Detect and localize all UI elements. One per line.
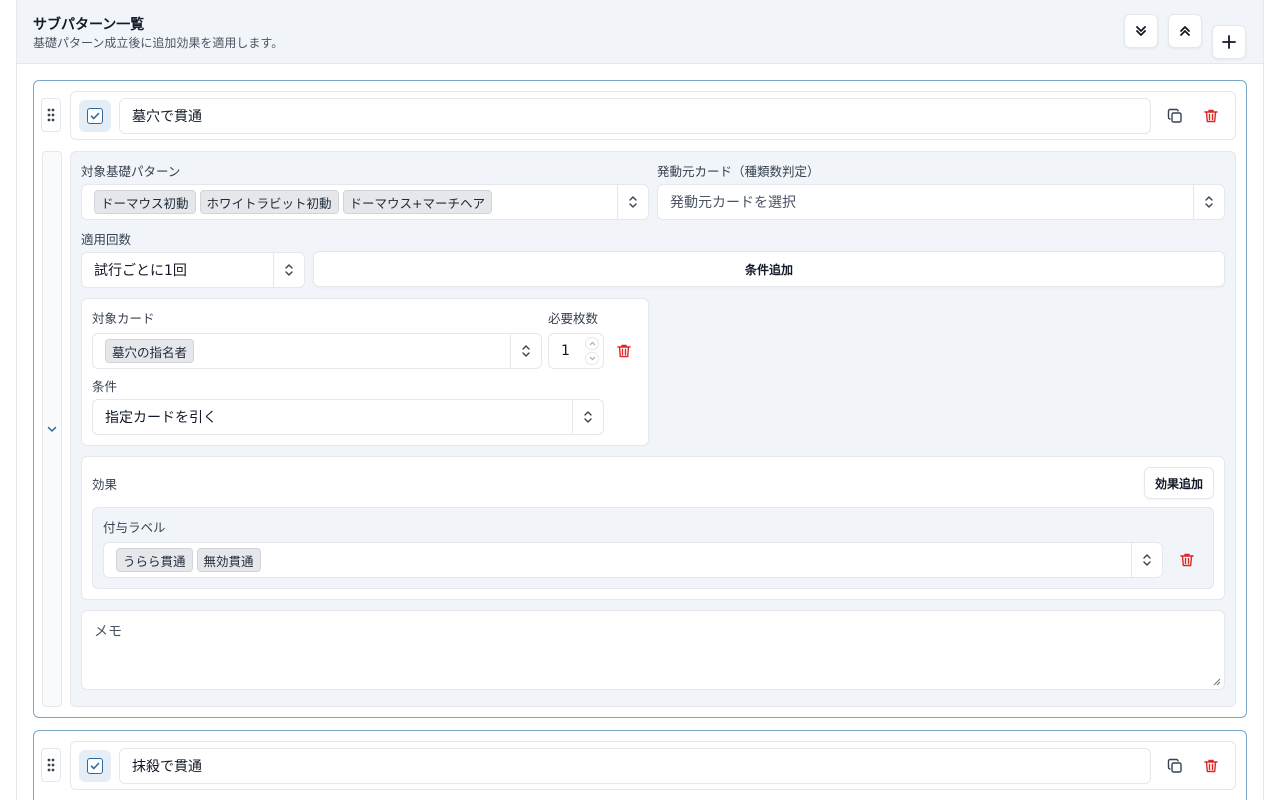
required-count-value: 1	[561, 343, 570, 359]
grant-label-tag: 無効貫通	[196, 548, 261, 572]
base-pattern-tag: ホワイトラビット初動	[199, 190, 339, 214]
grip-vertical-icon	[47, 108, 55, 122]
expand-all-button[interactable]	[1168, 14, 1202, 48]
collapse-all-button[interactable]	[1124, 14, 1158, 48]
duplicate-button[interactable]	[1163, 104, 1187, 128]
grant-label-tag: うらら貫通	[116, 548, 193, 572]
enabled-checkbox[interactable]	[79, 100, 111, 132]
add-subpattern-button[interactable]	[1212, 25, 1246, 59]
panel-subtitle: 基礎パターン成立後に追加効果を適用します。	[33, 36, 284, 50]
grip-vertical-icon	[47, 758, 55, 772]
delete-effect-button[interactable]	[1175, 548, 1199, 572]
memo-textarea[interactable]: メモ	[81, 610, 1225, 690]
trigger-card-label: 発動元カード（種類数判定）	[657, 164, 820, 179]
chevron-down-icon	[589, 356, 595, 361]
resize-handle-icon[interactable]	[1213, 678, 1221, 686]
add-effect-button[interactable]: 効果追加	[1144, 467, 1214, 499]
duplicate-button[interactable]	[1163, 754, 1187, 778]
delete-subpattern-button[interactable]	[1199, 104, 1223, 128]
panel-title: サブパターン一覧	[33, 17, 145, 33]
trigger-card-placeholder: 発動元カードを選択	[670, 195, 796, 211]
check-icon	[90, 762, 100, 770]
copy-icon	[1167, 108, 1182, 123]
panel-header	[17, 0, 1263, 64]
memo-placeholder: メモ	[94, 624, 122, 640]
target-base-pattern-label: 対象基礎パターン	[81, 164, 181, 179]
apply-count-value: 試行ごとに1回	[94, 263, 187, 279]
base-pattern-tag: ドーマウス初動	[94, 190, 196, 214]
plus-icon	[1222, 35, 1236, 49]
target-card-select[interactable]: 墓穴の指名者	[92, 333, 542, 369]
chevron-down-icon	[47, 426, 57, 432]
chevron-up-icon	[589, 341, 595, 346]
drag-handle[interactable]	[41, 98, 61, 132]
collapse-toggle[interactable]	[42, 151, 62, 707]
stepper-up-button[interactable]	[585, 337, 599, 350]
trash-icon	[617, 344, 631, 358]
trash-icon	[1204, 109, 1218, 123]
chevron-up-down-icon	[629, 196, 637, 208]
subpattern-name-input[interactable]: 墓穴で貫通	[119, 98, 1151, 134]
delete-subpattern-button[interactable]	[1199, 754, 1223, 778]
stepper-down-button[interactable]	[585, 352, 599, 365]
chevron-up-down-icon	[584, 411, 592, 423]
chevron-up-down-icon	[1143, 554, 1151, 566]
condition-value: 指定カードを引く	[105, 410, 217, 426]
add-condition-button[interactable]: 条件追加	[313, 251, 1225, 287]
trash-icon	[1204, 759, 1218, 773]
target-card-tag: 墓穴の指名者	[105, 339, 195, 363]
chevrons-down-icon	[1136, 26, 1146, 36]
required-count-label: 必要枚数	[548, 311, 599, 326]
subpattern-name-input[interactable]: 抹殺で貫通	[119, 748, 1151, 784]
effects-label: 効果	[92, 477, 118, 492]
grant-label-select[interactable]: うらら貫通 無効貫通	[103, 542, 1163, 578]
check-icon	[90, 112, 100, 120]
chevron-up-down-icon	[522, 345, 530, 357]
chevron-up-down-icon	[285, 264, 293, 276]
target-base-pattern-select[interactable]: ドーマウス初動 ホワイトラビット初動 ドーマウス+マーチヘア	[81, 184, 649, 220]
subpattern-name-value: 抹殺で貫通	[132, 759, 202, 775]
drag-handle[interactable]	[41, 748, 61, 782]
apply-count-select[interactable]: 試行ごとに1回	[81, 252, 305, 288]
subpattern-name-value: 墓穴で貫通	[132, 109, 202, 125]
condition-label: 条件	[92, 379, 118, 394]
target-card-label: 対象カード	[92, 311, 155, 326]
grant-label-label: 付与ラベル	[103, 520, 166, 535]
delete-condition-button[interactable]	[612, 339, 636, 363]
enabled-checkbox[interactable]	[79, 750, 111, 782]
base-pattern-tag: ドーマウス+マーチヘア	[342, 190, 493, 214]
condition-select[interactable]: 指定カードを引く	[92, 399, 604, 435]
chevrons-up-icon	[1180, 26, 1190, 36]
copy-icon	[1167, 758, 1182, 773]
trash-icon	[1180, 553, 1194, 567]
apply-count-label: 適用回数	[81, 232, 132, 247]
chevron-up-down-icon	[1205, 196, 1213, 208]
trigger-card-select[interactable]: 発動元カードを選択	[657, 184, 1225, 220]
required-count-stepper[interactable]: 1	[548, 333, 604, 369]
